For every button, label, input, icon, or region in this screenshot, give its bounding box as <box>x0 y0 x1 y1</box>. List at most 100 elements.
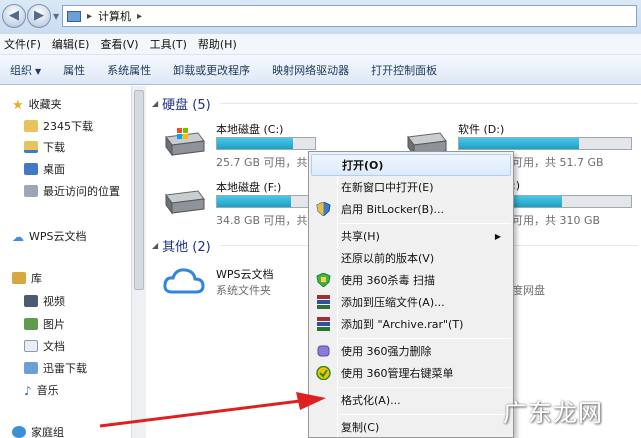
drive-free-space: 34.8 GB 可用，共 <box>216 214 308 227</box>
organize-button[interactable]: 组织 ▼ <box>10 62 41 78</box>
nav-item-thunder[interactable]: 迅雷下载 <box>24 358 87 378</box>
menu-item-copy[interactable]: 复制(C) <box>311 416 511 438</box>
navigation-pane: ★ 收藏夹 2345下载 下载 桌面 最近访问的位置 ☁ WPS云文档 库 视频… <box>0 86 131 438</box>
nav-item-desktop[interactable]: 桌面 <box>24 159 65 179</box>
uninstall-program-button[interactable]: 卸载或更改程序 <box>173 62 250 78</box>
menu-help[interactable]: 帮助(H) <box>198 36 237 52</box>
breadcrumb-trailing-separator[interactable]: ▸ <box>137 11 142 22</box>
system-properties-button[interactable]: 系统属性 <box>107 62 151 78</box>
menu-item-360-scan[interactable]: 使用 360杀毒 扫描 <box>311 269 511 291</box>
windows-drive-icon <box>165 128 205 157</box>
nav-item-music[interactable]: ♪ 音乐 <box>24 380 59 400</box>
back-button[interactable]: ◀ <box>2 4 26 28</box>
menu-item-share[interactable]: 共享(H) ▶ <box>311 225 511 247</box>
nav-item-label: 视频 <box>43 295 65 308</box>
group-other[interactable]: ◢ 其他 (2) <box>152 236 211 255</box>
menu-item-label: 在新窗口中打开(E) <box>341 181 434 194</box>
breadcrumb-separator[interactable]: ▸ <box>87 11 92 22</box>
breadcrumb-computer[interactable]: 计算机 <box>98 8 131 24</box>
organize-label: 组织 <box>10 63 32 77</box>
library-icon <box>12 272 26 284</box>
nav-scrollbar[interactable] <box>131 86 146 438</box>
address-bar[interactable]: ▸ 计算机 ▸ <box>62 5 637 27</box>
menu-item-add-archive-rar[interactable]: 添加到 "Archive.rar"(T) <box>311 313 511 335</box>
forward-button[interactable]: ▶ <box>27 4 51 28</box>
menu-file[interactable]: 文件(F) <box>4 36 41 52</box>
nav-item-pictures[interactable]: 图片 <box>24 314 65 334</box>
nav-favorites-label: 收藏夹 <box>28 98 62 111</box>
nav-item-label: 桌面 <box>43 163 65 176</box>
menu-item-bitlocker[interactable]: 启用 BitLocker(B)... <box>311 198 511 220</box>
properties-button[interactable]: 属性 <box>63 62 85 78</box>
menu-item-label: 使用 360管理右键菜单 <box>341 367 454 380</box>
menu-item-360-manage[interactable]: 使用 360管理右键菜单 <box>311 362 511 384</box>
winrar-icon <box>317 295 330 309</box>
document-icon <box>24 340 38 352</box>
nav-library[interactable]: 库 <box>12 268 42 288</box>
nav-item-label: 2345下载 <box>43 120 93 133</box>
nav-item-recent[interactable]: 最近访问的位置 <box>24 181 120 201</box>
map-network-drive-button[interactable]: 映射网络驱动器 <box>272 62 349 78</box>
menu-tools[interactable]: 工具(T) <box>150 36 187 52</box>
homegroup-icon <box>12 426 26 438</box>
drive-usage-bar <box>216 137 316 150</box>
desktop-icon <box>24 163 38 175</box>
open-control-panel-button[interactable]: 打开控制面板 <box>371 62 437 78</box>
group-hard-disks-label: 硬盘 (5) <box>162 98 211 113</box>
wps-cloud-icon <box>163 268 205 294</box>
chevron-down-icon: ▼ <box>35 66 42 76</box>
drive-name: 本地磁盘 (F:) <box>216 181 282 194</box>
folder-icon <box>24 120 38 132</box>
nav-item-documents[interactable]: 文档 <box>24 336 65 356</box>
group-other-label: 其他 (2) <box>162 240 211 255</box>
shield-icon <box>316 202 331 216</box>
menu-item-add-archive[interactable]: 添加到压缩文件(A)... <box>311 291 511 313</box>
drive-name: 本地磁盘 (C:) <box>216 123 284 136</box>
nav-item-downloads[interactable]: 下载 <box>24 137 65 157</box>
nav-homegroup[interactable]: 家庭组 <box>12 422 64 438</box>
nav-favorites[interactable]: ★ 收藏夹 <box>12 94 62 114</box>
360-antivirus-icon <box>316 273 331 287</box>
drive-free-space: 25.7 GB 可用，共 <box>216 156 308 169</box>
menu-item-restore-versions[interactable]: 还原以前的版本(V) <box>311 247 511 269</box>
menu-view[interactable]: 查看(V) <box>100 36 138 52</box>
nav-item-label: 下载 <box>43 141 65 154</box>
nav-wps-cloud[interactable]: ☁ WPS云文档 <box>12 226 87 246</box>
menu-separator <box>339 414 511 415</box>
nav-wps-label: WPS云文档 <box>29 230 87 243</box>
group-divider <box>220 103 638 104</box>
thunder-download-icon <box>24 362 38 374</box>
drive-usage-fill <box>217 138 294 149</box>
360-manage-icon <box>316 366 331 380</box>
group-hard-disks[interactable]: ◢ 硬盘 (5) <box>152 94 211 113</box>
other-item-desc: 度网盘 <box>512 284 545 297</box>
nav-item-videos[interactable]: 视频 <box>24 291 65 311</box>
nav-item-label: 音乐 <box>36 384 59 397</box>
nav-item-label: 图片 <box>43 318 65 331</box>
menu-item-label: 打开(O) <box>342 159 384 172</box>
winrar-icon <box>317 317 330 331</box>
menu-item-label: 添加到压缩文件(A)... <box>341 296 445 309</box>
drive-free-space: 可用，共 51.7 GB <box>512 156 604 169</box>
menu-item-format[interactable]: 格式化(A)... <box>311 389 511 411</box>
menu-edit[interactable]: 编辑(E) <box>52 36 90 52</box>
drive-usage-bar <box>216 195 316 208</box>
back-arrow-icon: ◀ <box>9 8 19 23</box>
collapse-triangle-icon: ◢ <box>152 99 159 108</box>
menu-item-open-new-window[interactable]: 在新窗口中打开(E) <box>311 176 511 198</box>
command-bar: 组织 ▼ 属性 系统属性 卸载或更改程序 映射网络驱动器 打开控制面板 <box>0 55 641 85</box>
history-dropdown-icon[interactable]: ▼ <box>53 12 59 21</box>
drive-usage-bar <box>458 137 632 150</box>
menu-item-label: 格式化(A)... <box>341 394 401 407</box>
nav-item-label: 迅雷下载 <box>43 362 87 375</box>
other-item-desc: 系统文件夹 <box>216 284 271 297</box>
scrollbar-thumb[interactable] <box>134 90 144 290</box>
drive-usage-fill <box>217 196 291 207</box>
hard-drive-icon <box>165 190 205 215</box>
menu-item-open[interactable]: 打开(O) <box>311 154 511 176</box>
menu-item-360-delete[interactable]: 使用 360强力删除 <box>311 340 511 362</box>
nav-item-2345download[interactable]: 2345下载 <box>24 116 93 136</box>
menu-separator <box>339 387 511 388</box>
360-delete-icon <box>317 345 330 357</box>
nav-homegroup-label: 家庭组 <box>31 426 64 438</box>
